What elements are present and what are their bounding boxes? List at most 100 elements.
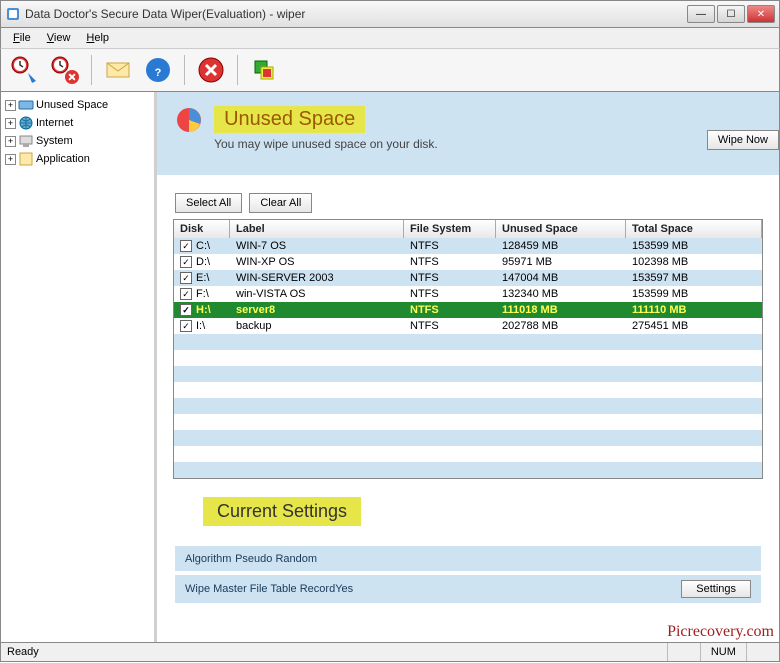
row-checkbox[interactable]: ✓ [180,288,192,300]
cell-disk: D:\ [196,256,210,268]
table-header: Disk Label File System Unused Space Tota… [174,220,762,238]
cell-label: WIN-SERVER 2003 [230,270,404,286]
expand-icon[interactable]: + [5,136,16,147]
setting-wipe-mft-label: Wipe Master File Table Record [185,583,335,595]
setting-algorithm-value: Pseudo Random [235,553,317,565]
cell-unused: 128459 MB [496,238,626,254]
window-title: Data Doctor's Secure Data Wiper(Evaluati… [25,7,687,21]
empty-row [174,334,762,350]
cell-disk: F:\ [196,288,209,300]
toolbar-arrange-button[interactable] [246,52,282,88]
status-num: NUM [700,643,746,661]
menu-file[interactable]: File [5,30,39,46]
empty-row [174,398,762,414]
toolbar-help-button[interactable]: ? [140,52,176,88]
col-unused-header[interactable]: Unused Space [496,220,626,238]
cell-fs: NTFS [404,254,496,270]
cell-label: server8 [230,302,404,318]
sidebar-item-unused-space[interactable]: + Unused Space [3,96,152,114]
col-fs-header[interactable]: File System [404,220,496,238]
expand-icon[interactable]: + [5,118,16,129]
table-row[interactable]: ✓C:\WIN-7 OSNTFS128459 MB153599 MB [174,238,762,254]
cell-label: WIN-7 OS [230,238,404,254]
col-disk-header[interactable]: Disk [174,220,230,238]
toolbar-stop-button[interactable] [193,52,229,88]
table-row[interactable]: ✓ F:\ win-VISTA OSNTFS132340 MB153599 MB [174,286,762,302]
toolbar-mail-button[interactable] [100,52,136,88]
cell-total: 102398 MB [626,254,762,270]
system-icon [18,133,34,149]
row-checkbox[interactable]: ✓ [180,256,192,268]
cell-label: win-VISTA OS [230,286,404,302]
toolbar: ? [0,48,780,92]
menu-view[interactable]: View [39,30,79,46]
maximize-button[interactable]: ☐ [717,5,745,23]
cell-fs: NTFS [404,318,496,334]
sidebar-tree: + Unused Space + Internet + System + App… [1,92,157,642]
table-row[interactable]: ✓E:\WIN-SERVER 2003NTFS147004 MB153597 M… [174,270,762,286]
disk-icon [18,97,34,113]
cell-total: 111110 MB [626,302,762,318]
empty-row [174,446,762,462]
tree-label: Application [36,153,90,165]
row-checkbox[interactable]: ✓ [180,304,192,316]
table-row[interactable]: ✓D:\WIN-XP OSNTFS95971 MB102398 MB [174,254,762,270]
statusbar: Ready NUM [0,642,780,662]
table-row[interactable]: ✓H:\server8NTFS111018 MB111110 MB [174,302,762,318]
status-ready: Ready [7,646,667,658]
row-checkbox[interactable]: ✓ [180,240,192,252]
sidebar-item-application[interactable]: + Application [3,150,152,168]
tree-label: Unused Space [36,99,108,111]
table-row[interactable]: ✓I:\backupNTFS202788 MB275451 MB [174,318,762,334]
select-all-button[interactable]: Select All [175,193,242,213]
cell-unused: 111018 MB [496,302,626,318]
empty-row [174,350,762,366]
cell-unused: 202788 MB [496,318,626,334]
menu-help[interactable]: Help [78,30,117,46]
empty-row [174,430,762,446]
sidebar-item-system[interactable]: + System [3,132,152,150]
wipe-now-button[interactable]: Wipe Now [707,130,779,150]
cell-disk: E:\ [196,272,209,284]
cell-total: 153599 MB [626,286,762,302]
cell-fs: NTFS [404,286,496,302]
page-title: Unused Space [214,106,365,133]
empty-row [174,366,762,382]
minimize-button[interactable]: — [687,5,715,23]
app-icon [18,151,34,167]
col-total-header[interactable]: Total Space [626,220,762,238]
cell-label: backup [230,318,404,334]
settings-title: Current Settings [203,497,361,526]
toolbar-schedule-disable-button[interactable] [47,52,83,88]
sidebar-item-internet[interactable]: + Internet [3,114,152,132]
empty-row [174,382,762,398]
toolbar-schedule-enable-button[interactable] [7,52,43,88]
row-checkbox[interactable]: ✓ [180,320,192,332]
settings-section: Current Settings Algorithm Pseudo Random… [157,479,779,625]
tree-label: Internet [36,117,73,129]
cell-fs: NTFS [404,302,496,318]
actions: Select All Clear All [157,175,779,219]
main-area: + Unused Space + Internet + System + App… [0,92,780,642]
close-button[interactable]: ✕ [747,5,775,23]
cell-fs: NTFS [404,270,496,286]
expand-icon[interactable]: + [5,154,16,165]
col-label-header[interactable]: Label [230,220,404,238]
settings-button[interactable]: Settings [681,580,751,598]
empty-row [174,462,762,478]
app-icon [5,6,21,22]
toolbar-separator [91,55,92,85]
expand-icon[interactable]: + [5,100,16,111]
row-checkbox[interactable]: ✓ [180,272,192,284]
page-subtitle: You may wipe unused space on your disk. [214,137,438,151]
clear-all-button[interactable]: Clear All [249,193,312,213]
tree-label: System [36,135,73,147]
page-header: Unused Space You may wipe unused space o… [157,92,779,175]
cell-total: 153597 MB [626,270,762,286]
setting-wipe-mft: Wipe Master File Table Record Yes Settin… [175,575,761,603]
cell-unused: 95971 MB [496,254,626,270]
svg-text:?: ? [155,67,162,79]
cell-total: 153599 MB [626,238,762,254]
cell-unused: 132340 MB [496,286,626,302]
toolbar-separator [237,55,238,85]
